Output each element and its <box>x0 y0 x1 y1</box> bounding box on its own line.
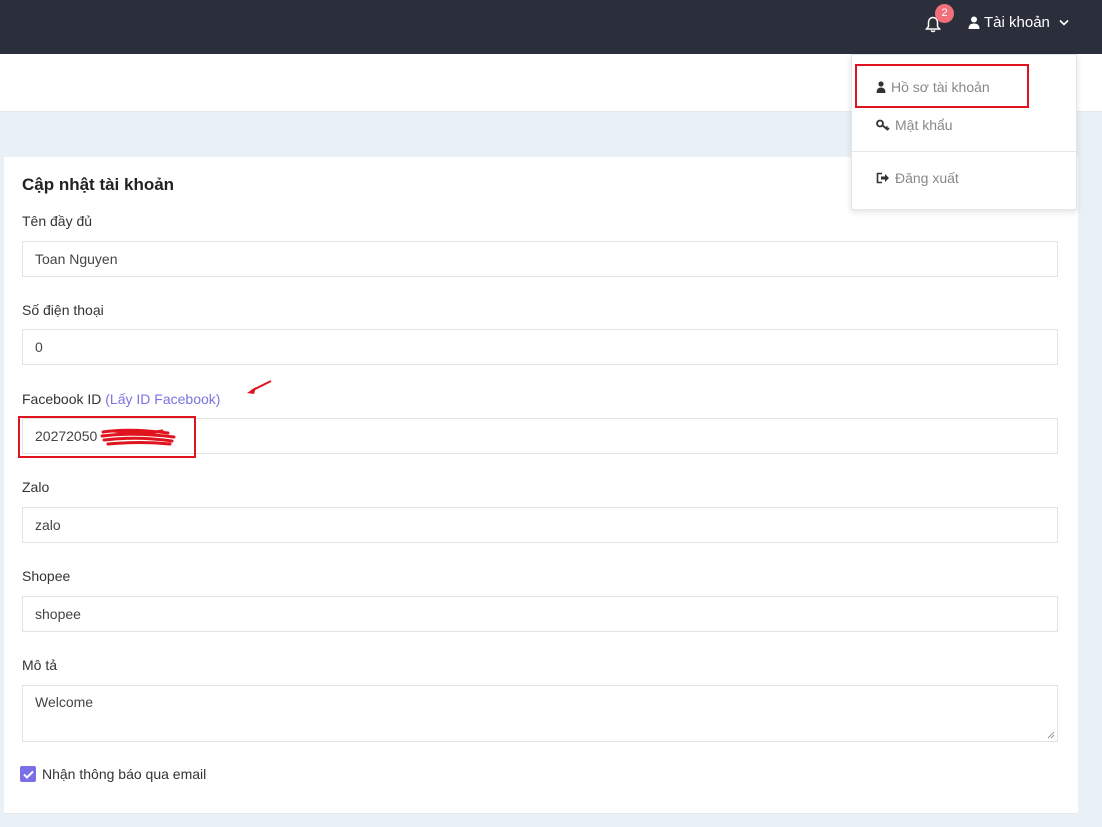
checkmark-icon <box>22 770 34 779</box>
annotation-arrow-icon <box>247 380 272 394</box>
key-icon <box>876 119 890 131</box>
shopee-input[interactable]: shopee <box>22 596 1058 632</box>
dropdown-item-password-label: Mật khẩu <box>895 117 953 133</box>
notification-badge: 2 <box>935 4 954 23</box>
get-facebook-id-link[interactable]: (Lấy ID Facebook) <box>105 391 220 407</box>
dropdown-item-password[interactable]: Mật khẩu <box>876 117 953 133</box>
description-textarea[interactable]: Welcome <box>22 685 1058 742</box>
account-update-card: Cập nhật tài khoản Tên đầy đủ Toan Nguye… <box>4 157 1078 813</box>
description-label: Mô tả <box>22 657 58 673</box>
facebook-id-highlight-box <box>18 416 196 458</box>
profile-item-highlight-box <box>855 64 1029 108</box>
card-footer-strip <box>4 813 1078 827</box>
full-name-label: Tên đầy đủ <box>22 213 93 229</box>
account-label: Tài khoản <box>984 13 1050 31</box>
shopee-label: Shopee <box>22 568 71 584</box>
user-icon <box>968 16 980 29</box>
full-name-input[interactable]: Toan Nguyen <box>22 241 1058 277</box>
chevron-down-icon <box>1059 19 1069 26</box>
facebook-label: Facebook ID (Lấy ID Facebook) <box>22 391 220 407</box>
top-navbar: 2 Tài khoản <box>0 0 1102 54</box>
email-notify-row: Nhận thông báo qua email <box>20 766 206 782</box>
dropdown-divider <box>852 151 1076 152</box>
zalo-input[interactable]: zalo <box>22 507 1058 543</box>
facebook-label-text: Facebook ID <box>22 391 102 407</box>
email-notify-checkbox[interactable] <box>20 766 36 782</box>
phone-label: Số điện thoại <box>22 302 104 318</box>
dropdown-item-logout-label: Đăng xuất <box>895 170 959 186</box>
page-title: Cập nhật tài khoản <box>22 175 175 194</box>
dropdown-item-logout[interactable]: Đăng xuất <box>876 170 959 186</box>
phone-input[interactable]: 0 <box>22 329 1058 365</box>
description-value: Welcome <box>35 694 94 710</box>
email-notify-label: Nhận thông báo qua email <box>42 766 207 782</box>
logout-icon <box>876 172 890 184</box>
account-menu-toggle[interactable]: Tài khoản <box>968 11 1069 33</box>
zalo-label: Zalo <box>22 479 50 495</box>
resize-handle-icon[interactable] <box>1047 731 1055 739</box>
